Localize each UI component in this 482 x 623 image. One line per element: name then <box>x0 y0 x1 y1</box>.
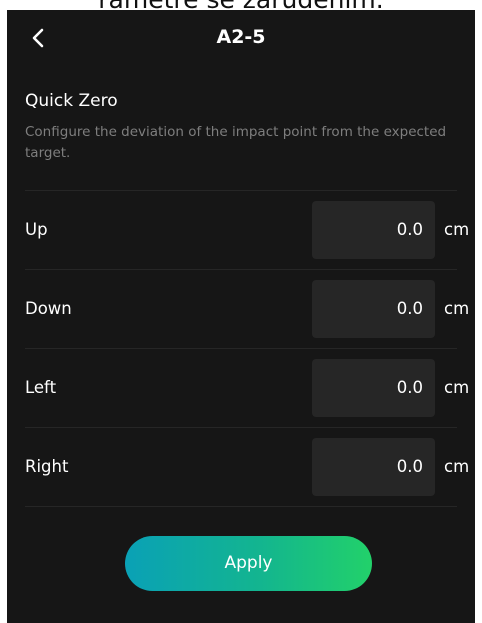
left-label: Left <box>25 378 57 397</box>
divider <box>25 427 457 428</box>
app-screen: A2-5 Quick Zero Configure the deviation … <box>7 10 475 623</box>
right-label: Right <box>25 457 69 476</box>
right-unit: cm <box>444 457 470 476</box>
down-label: Down <box>25 299 72 318</box>
back-button[interactable] <box>25 24 53 52</box>
chevron-left-icon <box>32 28 44 48</box>
divider <box>25 190 457 191</box>
divider <box>25 348 457 349</box>
down-value-input[interactable]: 0.0 <box>312 280 435 338</box>
up-unit: cm <box>444 220 470 239</box>
divider <box>25 506 457 507</box>
apply-button[interactable]: Apply <box>125 536 372 591</box>
page-title: A2-5 <box>216 26 266 48</box>
section-title: Quick Zero <box>25 91 118 111</box>
left-unit: cm <box>444 378 470 397</box>
divider <box>25 269 457 270</box>
navigation-bar: A2-5 <box>7 10 475 72</box>
down-unit: cm <box>444 299 470 318</box>
right-value-input[interactable]: 0.0 <box>312 438 435 496</box>
section-description: Configure the deviation of the impact po… <box>25 124 447 161</box>
up-label: Up <box>25 220 48 239</box>
page: rametre se zarudením. A2-5 Quick Zero Co… <box>0 0 482 623</box>
left-value-input[interactable]: 0.0 <box>312 359 435 417</box>
up-value-input[interactable]: 0.0 <box>312 201 435 259</box>
